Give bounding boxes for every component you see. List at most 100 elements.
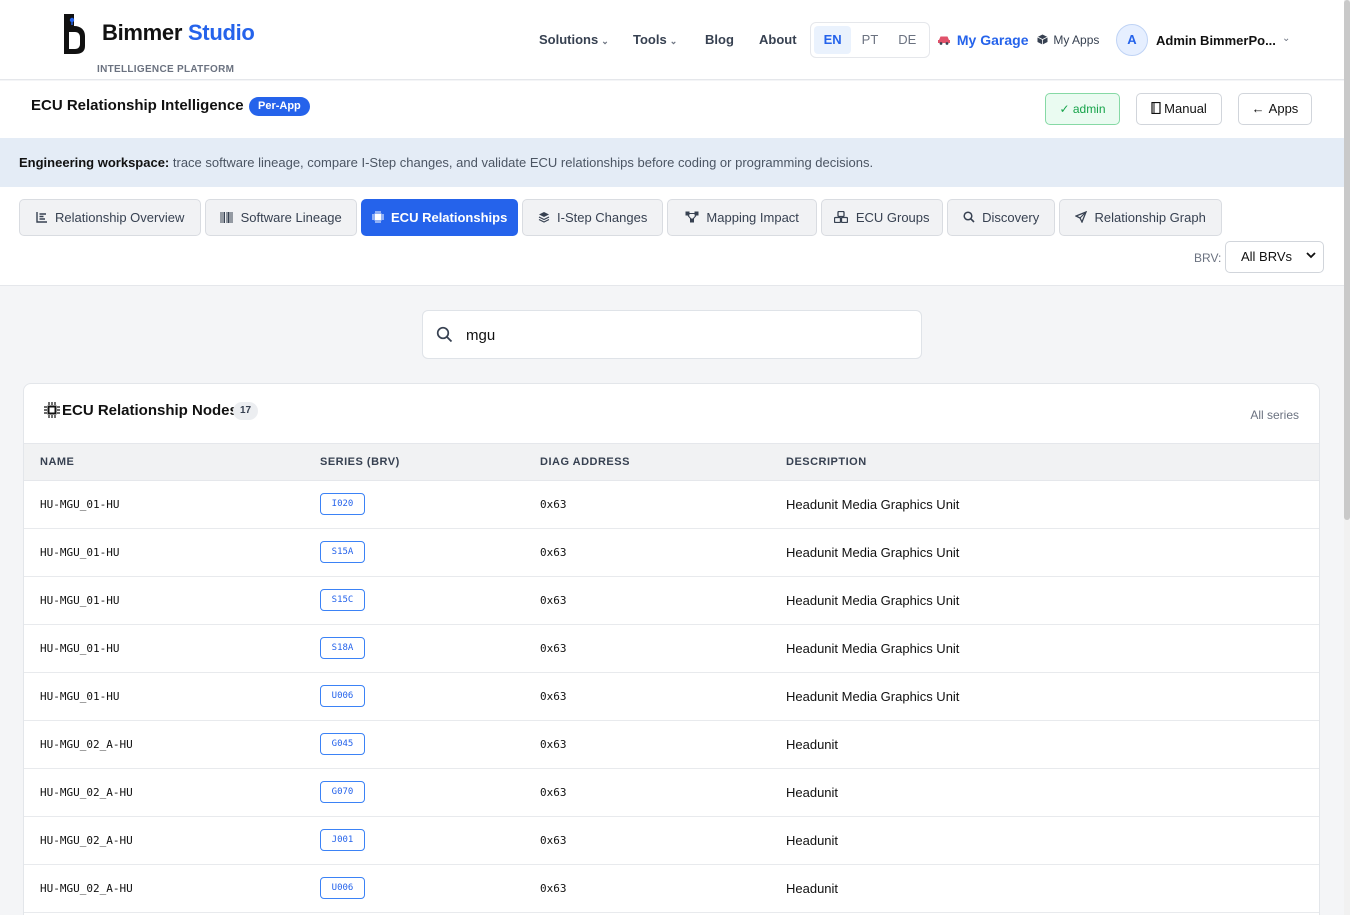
- my-apps-link[interactable]: My Apps: [1037, 33, 1099, 47]
- diag-address: 0x63: [540, 834, 567, 847]
- search-icon: [963, 211, 978, 225]
- barcode-icon: [220, 211, 236, 225]
- tab-label: Mapping Impact: [706, 210, 799, 225]
- apps-label: Apps: [1268, 101, 1299, 116]
- nav-solutions[interactable]: Solutions ⌄: [539, 32, 609, 47]
- my-garage-label: My Garage: [956, 32, 1029, 48]
- brv-filter-label: BRV:: [1194, 251, 1222, 265]
- diag-address: 0x63: [540, 690, 567, 703]
- nav-blog[interactable]: Blog: [705, 32, 734, 47]
- tab-ecu-groups[interactable]: ECU Groups: [821, 199, 943, 236]
- page-title: ECU Relationship Intelligence: [31, 97, 244, 114]
- brv-select-value: All BRVs: [1241, 249, 1293, 264]
- table-row[interactable]: HU-MGU_02_A-HU G070 0x63 Headunit: [24, 769, 1319, 817]
- page-scrollbar[interactable]: [1344, 0, 1350, 915]
- column-header-diag[interactable]: DIAG ADDRESS: [540, 456, 630, 468]
- apps-back-button[interactable]: ← Apps: [1238, 93, 1312, 125]
- search-input[interactable]: mgu: [422, 310, 922, 359]
- nodes-icon: [685, 211, 702, 225]
- tab-label: I-Step Changes: [557, 210, 648, 225]
- series-badge[interactable]: S15C: [320, 589, 365, 611]
- ecu-name: HU-MGU_02_A-HU: [40, 786, 133, 799]
- diag-address: 0x63: [540, 882, 567, 895]
- tab-relationship-graph[interactable]: Relationship Graph: [1059, 199, 1222, 236]
- series-badge[interactable]: S15A: [320, 541, 365, 563]
- diag-address: 0x63: [540, 786, 567, 799]
- ecu-name: HU-MGU_01-HU: [40, 642, 120, 655]
- ecu-description: Headunit: [786, 833, 839, 848]
- column-header-name[interactable]: NAME: [40, 456, 74, 468]
- tab-ecu-relationships[interactable]: ECU Relationships: [361, 199, 518, 236]
- admin-button[interactable]: ✓ admin: [1045, 93, 1120, 125]
- diag-address: 0x63: [540, 594, 567, 607]
- lang-en[interactable]: EN: [814, 26, 852, 54]
- my-garage-link[interactable]: My Garage: [937, 32, 1028, 48]
- chip-icon: [371, 211, 387, 225]
- user-name[interactable]: Admin BimmerPo...: [1156, 33, 1276, 48]
- series-badge[interactable]: U006: [320, 877, 365, 899]
- ecu-name: HU-MGU_01-HU: [40, 546, 120, 559]
- table-body: HU-MGU_01-HU I020 0x63 Headunit Media Gr…: [24, 481, 1319, 913]
- tab-software-lineage[interactable]: Software Lineage: [205, 199, 357, 236]
- table-row[interactable]: HU-MGU_01-HU I020 0x63 Headunit Media Gr…: [24, 481, 1319, 529]
- ecu-name: HU-MGU_01-HU: [40, 594, 120, 607]
- chevron-down-icon: ⌄: [601, 36, 609, 46]
- lang-pt[interactable]: PT: [851, 26, 888, 54]
- table-row[interactable]: HU-MGU_02_A-HU U006 0x63 Headunit: [24, 865, 1319, 913]
- tab-label: Discovery: [982, 210, 1040, 225]
- ecu-description: Headunit Media Graphics Unit: [786, 497, 960, 512]
- series-badge[interactable]: G070: [320, 781, 365, 803]
- brand-main: Bimmer: [102, 20, 183, 45]
- ecu-description: Headunit Media Graphics Unit: [786, 641, 960, 656]
- manual-button[interactable]: Manual: [1136, 93, 1222, 125]
- diag-address: 0x63: [540, 498, 567, 511]
- brand-tagline: INTELLIGENCE PLATFORM: [97, 64, 235, 75]
- series-badge[interactable]: G045: [320, 733, 365, 755]
- brand-name[interactable]: Bimmer Studio: [102, 20, 255, 46]
- count-badge: 17: [233, 402, 259, 420]
- ecu-description: Headunit Media Graphics Unit: [786, 689, 960, 704]
- series-badge[interactable]: S18A: [320, 637, 365, 659]
- brand-accent: Studio: [187, 20, 255, 45]
- tab-label: Relationship Overview: [55, 210, 185, 225]
- arrow-left-icon: ←: [1251, 101, 1265, 116]
- ecu-name: HU-MGU_02_A-HU: [40, 882, 133, 895]
- page-header: ECU Relationship Intelligence Per-App ✓ …: [0, 81, 1344, 138]
- search-icon: [436, 326, 453, 343]
- table-row[interactable]: HU-MGU_01-HU U006 0x63 Headunit Media Gr…: [24, 673, 1319, 721]
- column-header-series[interactable]: SERIES (BRV): [320, 456, 400, 468]
- table-row[interactable]: HU-MGU_02_A-HU J001 0x63 Headunit: [24, 817, 1319, 865]
- card-header: ECU Relationship Nodes 17 All series: [24, 384, 1319, 443]
- box-icon: [1037, 34, 1048, 45]
- language-switcher: EN PT DE: [810, 22, 930, 58]
- tab-discovery[interactable]: Discovery: [947, 199, 1055, 236]
- scrollbar-thumb[interactable]: [1344, 0, 1350, 520]
- tab-label: ECU Relationships: [391, 210, 508, 225]
- chevron-down-icon[interactable]: ⌄: [1282, 33, 1290, 44]
- tab-i-step-changes[interactable]: I-Step Changes: [522, 199, 663, 236]
- tab-mapping-impact[interactable]: Mapping Impact: [667, 199, 817, 236]
- table-row[interactable]: HU-MGU_01-HU S15C 0x63 Headunit Media Gr…: [24, 577, 1319, 625]
- per-app-badge: Per-App: [249, 97, 310, 116]
- table-row[interactable]: HU-MGU_02_A-HU G045 0x63 Headunit: [24, 721, 1319, 769]
- series-badge[interactable]: I020: [320, 493, 365, 515]
- ecu-description: Headunit: [786, 737, 839, 752]
- logo-icon[interactable]: [61, 12, 87, 56]
- avatar[interactable]: A: [1116, 24, 1148, 56]
- search-value: mgu: [466, 327, 496, 344]
- top-navbar: Bimmer Studio INTELLIGENCE PLATFORM Solu…: [0, 0, 1344, 80]
- nav-tools[interactable]: Tools ⌄: [633, 32, 677, 47]
- series-badge[interactable]: J001: [320, 829, 365, 851]
- ecu-description: Headunit Media Graphics Unit: [786, 593, 960, 608]
- column-header-description[interactable]: DESCRIPTION: [786, 456, 867, 468]
- table-row[interactable]: HU-MGU_01-HU S18A 0x63 Headunit Media Gr…: [24, 625, 1319, 673]
- table-row[interactable]: HU-MGU_01-HU S15A 0x63 Headunit Media Gr…: [24, 529, 1319, 577]
- series-badge[interactable]: U006: [320, 685, 365, 707]
- layers-icon: [538, 211, 553, 225]
- lang-de[interactable]: DE: [889, 26, 926, 54]
- ecu-description: Headunit: [786, 881, 839, 896]
- chip-icon: [44, 402, 60, 418]
- brv-select[interactable]: All BRVs: [1225, 241, 1324, 273]
- nav-about[interactable]: About: [759, 32, 797, 47]
- tab-relationship-overview[interactable]: Relationship Overview: [19, 199, 201, 236]
